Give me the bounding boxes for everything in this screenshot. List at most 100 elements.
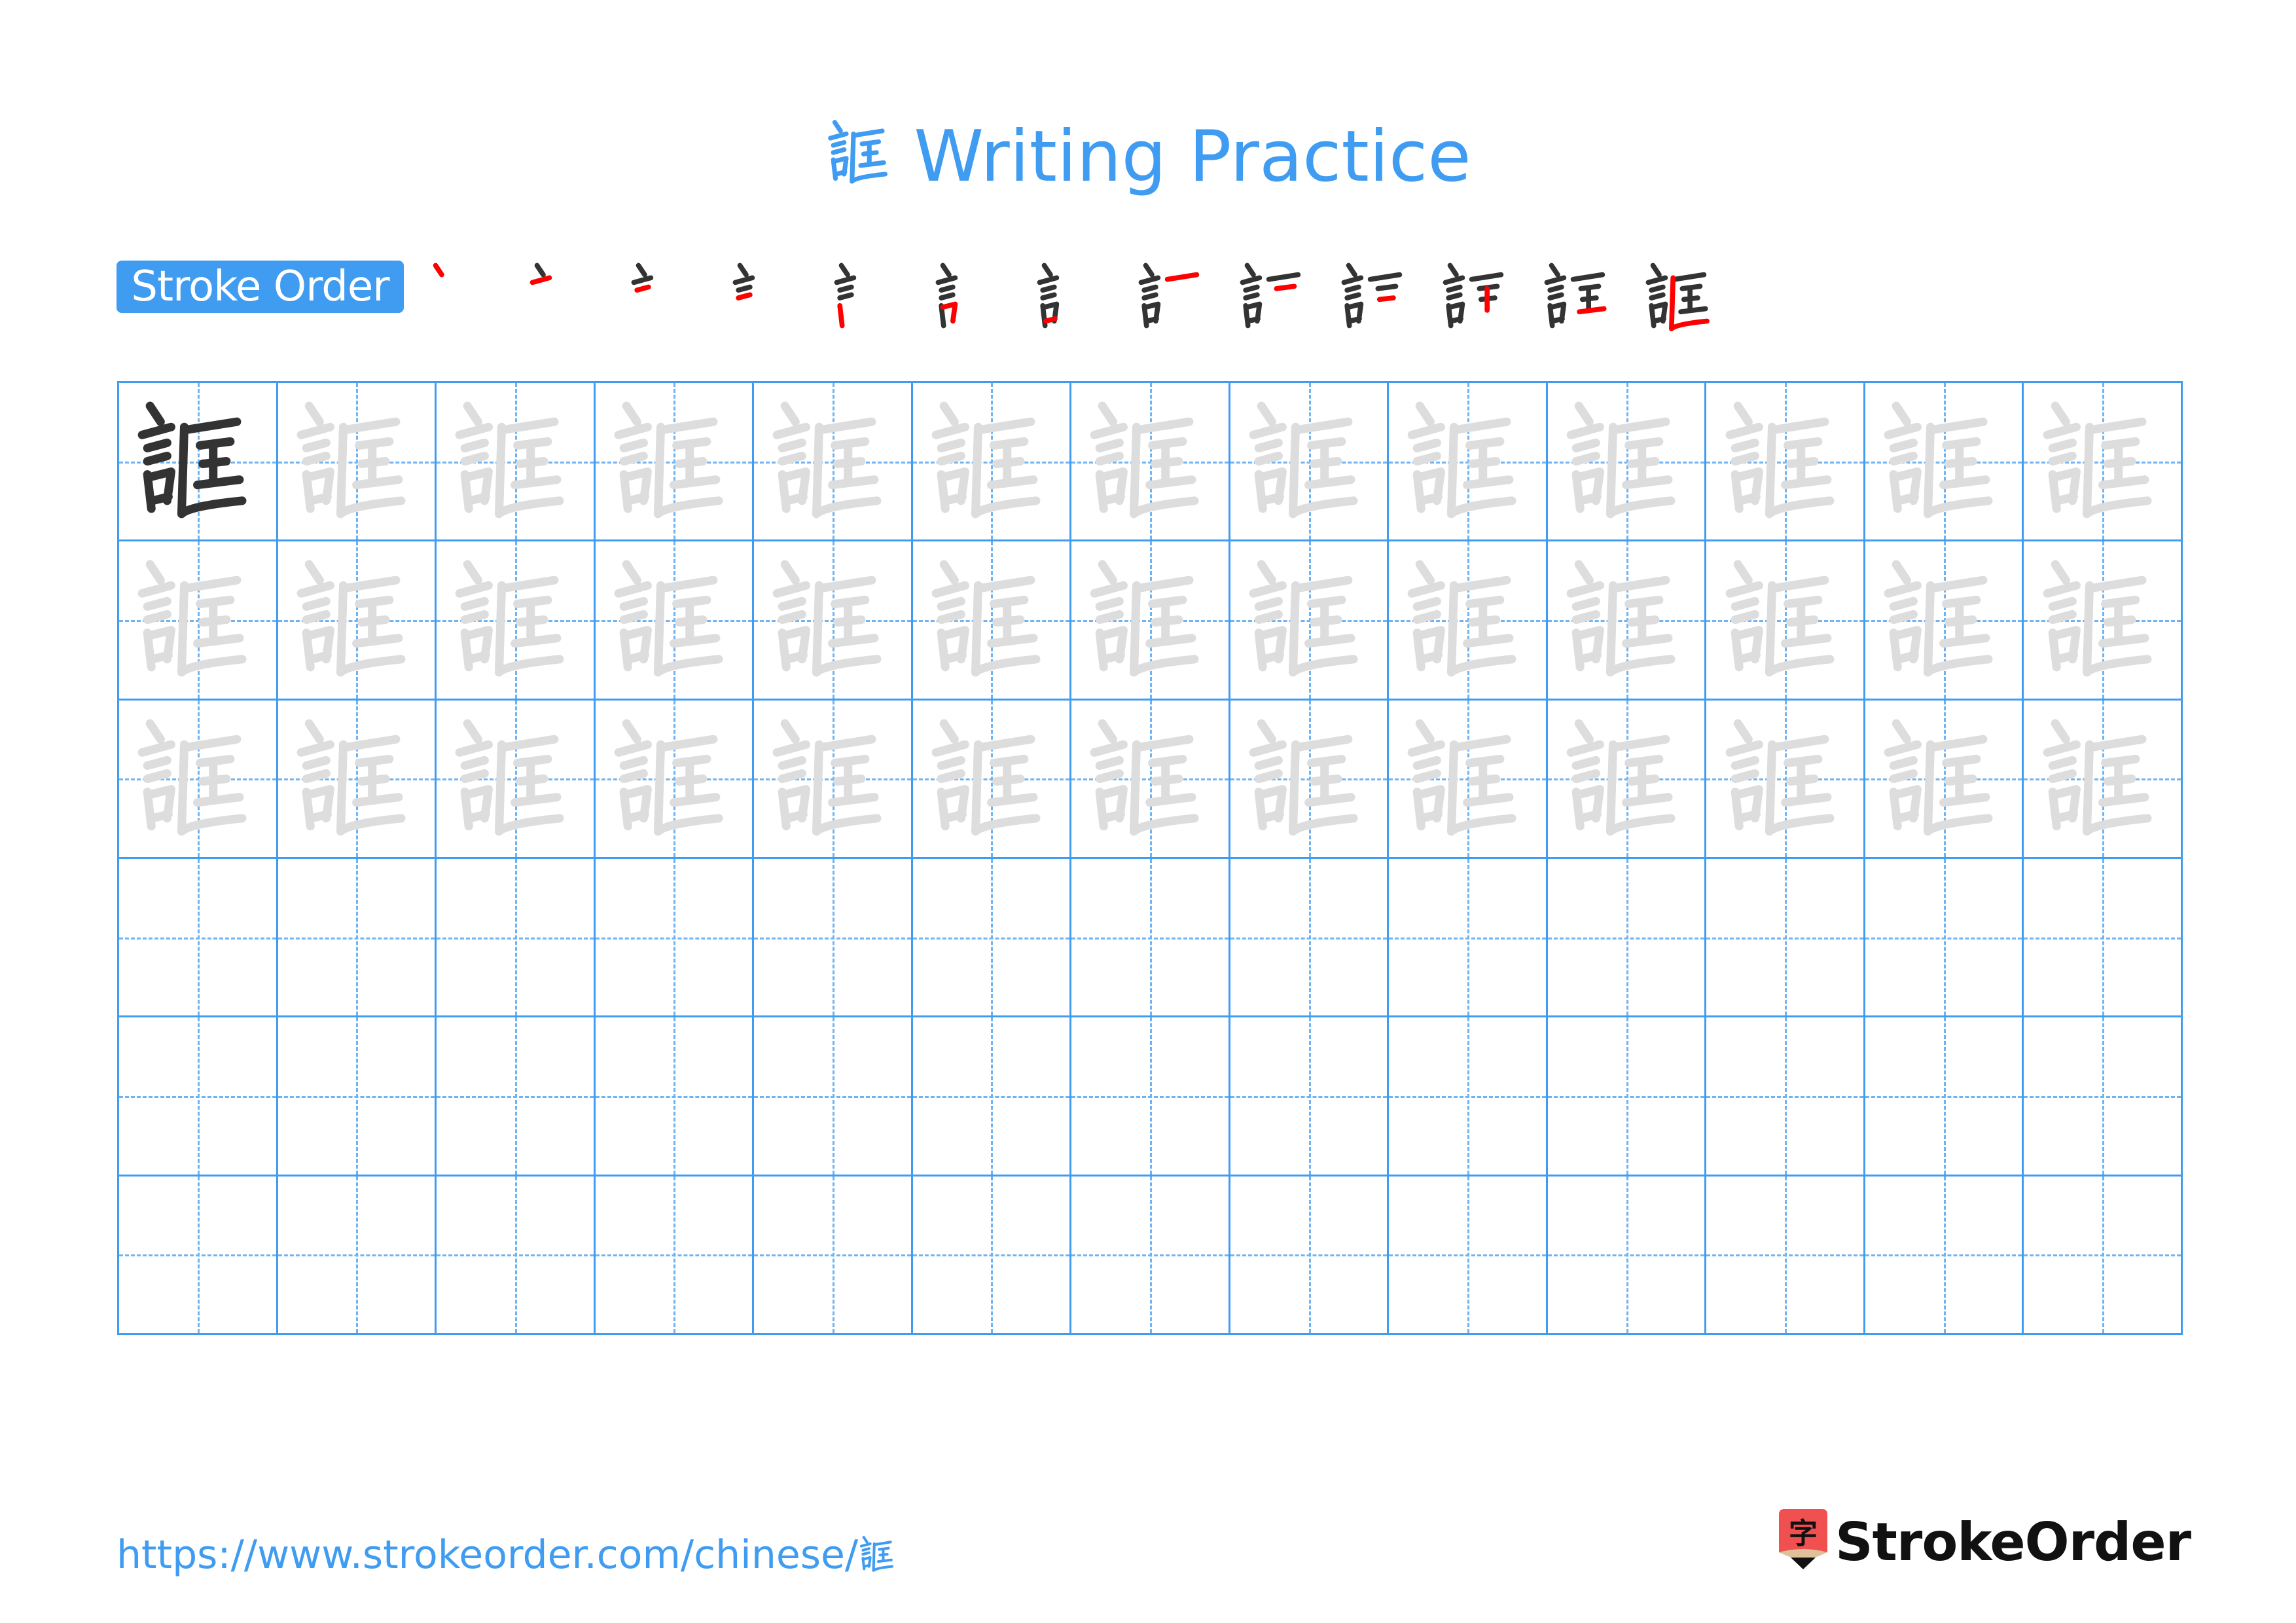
grid-cell[interactable] <box>117 1174 278 1335</box>
grid-cell[interactable] <box>593 698 755 859</box>
grid-cell[interactable] <box>1387 857 1548 1018</box>
grid-cell[interactable] <box>1545 1174 1707 1335</box>
grid-cell[interactable] <box>910 381 1072 542</box>
grid-cell[interactable] <box>1545 698 1707 859</box>
grid-cell[interactable] <box>752 1015 913 1176</box>
grid-cell[interactable] <box>117 539 278 701</box>
grid-cell[interactable] <box>435 539 596 701</box>
stroke-order-sequence <box>412 255 1731 340</box>
grid-cell[interactable] <box>752 1174 913 1335</box>
grid-cell[interactable] <box>752 539 913 701</box>
step-stroke-4 <box>836 292 854 301</box>
grid-cell[interactable] <box>2022 698 2183 859</box>
grid-cell[interactable] <box>593 1015 755 1176</box>
grid-cell[interactable] <box>593 1174 755 1335</box>
grid-cell[interactable] <box>117 1015 278 1176</box>
grid-cell[interactable] <box>276 857 437 1018</box>
grid-cell[interactable] <box>2022 1015 2183 1176</box>
grid-cell[interactable] <box>435 857 596 1018</box>
grid-cell[interactable] <box>1863 539 2024 701</box>
grid-cell[interactable] <box>1069 698 1230 859</box>
grid-cell[interactable] <box>1545 539 1707 701</box>
grid-cell[interactable] <box>752 857 913 1018</box>
grid-cell[interactable] <box>1704 539 1865 701</box>
grid-cell[interactable] <box>752 381 913 542</box>
grid-cell[interactable] <box>910 1174 1072 1335</box>
grid-cell[interactable] <box>435 1174 596 1335</box>
grid-cell[interactable] <box>435 698 596 859</box>
grid-cell[interactable] <box>2022 381 2183 542</box>
grid-cell[interactable] <box>117 381 278 542</box>
grid-cell[interactable] <box>1704 857 1865 1018</box>
grid-cell[interactable] <box>1228 1015 1390 1176</box>
pencil-logo-icon: 字 <box>1779 1509 1827 1569</box>
grid-cell[interactable] <box>1704 1015 1865 1176</box>
grid-cell[interactable] <box>2022 857 2183 1018</box>
grid-cell[interactable] <box>1387 539 1548 701</box>
grid-cell[interactable] <box>1228 698 1390 859</box>
footer-url-link[interactable]: https://www.strokeorder.com/chinese/ <box>117 1525 899 1584</box>
trace-stroke-7 <box>1736 492 1761 505</box>
grid-cell[interactable] <box>910 539 1072 701</box>
trace-stroke-12 <box>2098 475 2149 490</box>
grid-cell[interactable] <box>1863 1015 2024 1176</box>
grid-cell[interactable] <box>1228 857 1390 1018</box>
grid-cell[interactable] <box>593 857 755 1018</box>
footer-url-character[interactable] <box>858 1534 899 1575</box>
trace-stroke-1 <box>780 401 800 426</box>
grid-cell[interactable] <box>1704 381 1865 542</box>
grid-cell[interactable] <box>1069 857 1230 1018</box>
grid-cell[interactable] <box>117 857 278 1018</box>
grid-cell[interactable] <box>593 381 755 542</box>
trace-stroke-4 <box>1889 769 1918 783</box>
grid-cell[interactable] <box>1863 857 2024 1018</box>
grid-cell[interactable] <box>1069 1015 1230 1176</box>
grid-cell[interactable] <box>1545 857 1707 1018</box>
grid-cell[interactable] <box>1863 1174 2024 1335</box>
grid-cell[interactable] <box>276 539 437 701</box>
grid-cell[interactable] <box>1863 381 2024 542</box>
grid-cell[interactable] <box>593 539 755 701</box>
grid-cell[interactable] <box>276 381 437 542</box>
grid-cell[interactable] <box>1545 381 1707 542</box>
grid-cell[interactable] <box>1069 1174 1230 1335</box>
step-stroke-1 <box>1041 263 1053 278</box>
grid-cell[interactable] <box>1704 1174 1865 1335</box>
grid-cell[interactable] <box>2022 539 2183 701</box>
grid-cell[interactable] <box>752 698 913 859</box>
grid-cell[interactable] <box>435 1015 596 1176</box>
grid-cell[interactable] <box>2022 1174 2183 1335</box>
grid-cell[interactable] <box>1228 1174 1390 1335</box>
grid-cell[interactable] <box>910 1015 1072 1176</box>
trace-stroke-2 <box>455 422 493 439</box>
grid-cell[interactable] <box>1863 698 2024 859</box>
page-title: Writing Practice <box>0 111 2296 203</box>
trace-stroke-2 <box>137 581 176 598</box>
trace-character <box>1090 719 1199 836</box>
grid-cell[interactable] <box>1228 539 1390 701</box>
grid-cell[interactable] <box>276 1174 437 1335</box>
grid-cell[interactable] <box>1387 698 1548 859</box>
trace-stroke-2 <box>1249 740 1287 757</box>
grid-cell[interactable] <box>1387 381 1548 542</box>
grid-cell[interactable] <box>1545 1015 1707 1176</box>
grid-cell[interactable] <box>1387 1015 1548 1176</box>
grid-cell[interactable] <box>276 698 437 859</box>
trace-stroke-4 <box>1096 769 1124 783</box>
step-stroke-1 <box>940 263 952 278</box>
grid-cell[interactable] <box>1387 1174 1548 1335</box>
grid-cell[interactable] <box>1069 381 1230 542</box>
trace-stroke-2 <box>1408 740 1446 757</box>
footer-url-text[interactable]: https://www.strokeorder.com/chinese/ <box>117 1532 858 1578</box>
grid-cell[interactable] <box>117 698 278 859</box>
grid-cell[interactable] <box>435 381 596 542</box>
grid-cell[interactable] <box>1704 698 1865 859</box>
grid-cell[interactable] <box>276 1015 437 1176</box>
grid-cell[interactable] <box>910 698 1072 859</box>
grid-cell[interactable] <box>1228 381 1390 542</box>
grid-cell[interactable] <box>910 857 1072 1018</box>
grid-cell[interactable] <box>1069 539 1230 701</box>
strokeorder-logo[interactable]: 字 StrokeOrder <box>1779 1509 2191 1575</box>
trace-stroke-3 <box>1889 597 1918 611</box>
step-stroke-2 <box>732 275 755 285</box>
